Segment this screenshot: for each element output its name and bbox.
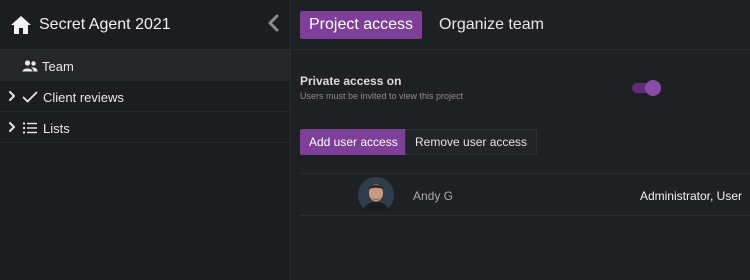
- team-icon: [22, 59, 38, 73]
- sidebar-item-label: Client reviews: [43, 90, 124, 105]
- tab-bar: Project access Organize team: [292, 0, 750, 50]
- sidebar-item-lists[interactable]: Lists: [0, 112, 290, 143]
- sidebar-header: Secret Agent 2021: [0, 0, 290, 50]
- user-role: Administrator, User: [639, 189, 742, 203]
- sidebar-item-label: Team: [42, 59, 74, 74]
- tab-project-access[interactable]: Project access: [300, 10, 423, 39]
- user-name: Andy G: [413, 189, 454, 203]
- home-icon[interactable]: [10, 14, 32, 36]
- avatar: [358, 177, 394, 213]
- private-access-title: Private access on: [300, 74, 402, 88]
- add-user-access-button[interactable]: Add user access: [300, 129, 407, 155]
- remove-user-access-button[interactable]: Remove user access: [405, 129, 538, 155]
- collapse-sidebar-icon[interactable]: [266, 14, 280, 32]
- main-panel: Project access Organize team Private acc…: [292, 0, 750, 280]
- sidebar-item-label: Lists: [43, 121, 70, 136]
- chevron-right-icon[interactable]: [7, 121, 17, 133]
- chevron-right-icon[interactable]: [7, 90, 17, 102]
- private-access-description: Users must be invited to view this proje…: [300, 91, 464, 101]
- tab-organize-team[interactable]: Organize team: [430, 11, 553, 39]
- private-access-toggle[interactable]: [632, 80, 661, 96]
- list-icon: [22, 121, 38, 135]
- sidebar-item-client-reviews[interactable]: Client reviews: [0, 81, 290, 112]
- project-title: Secret Agent 2021: [39, 15, 171, 33]
- sidebar: Secret Agent 2021 Team Client reviews Li…: [0, 0, 291, 280]
- sidebar-item-team[interactable]: Team: [0, 50, 290, 81]
- checkmark-icon: [22, 90, 38, 104]
- toggle-knob: [645, 80, 661, 96]
- user-row[interactable]: Andy G Administrator, User: [300, 173, 750, 216]
